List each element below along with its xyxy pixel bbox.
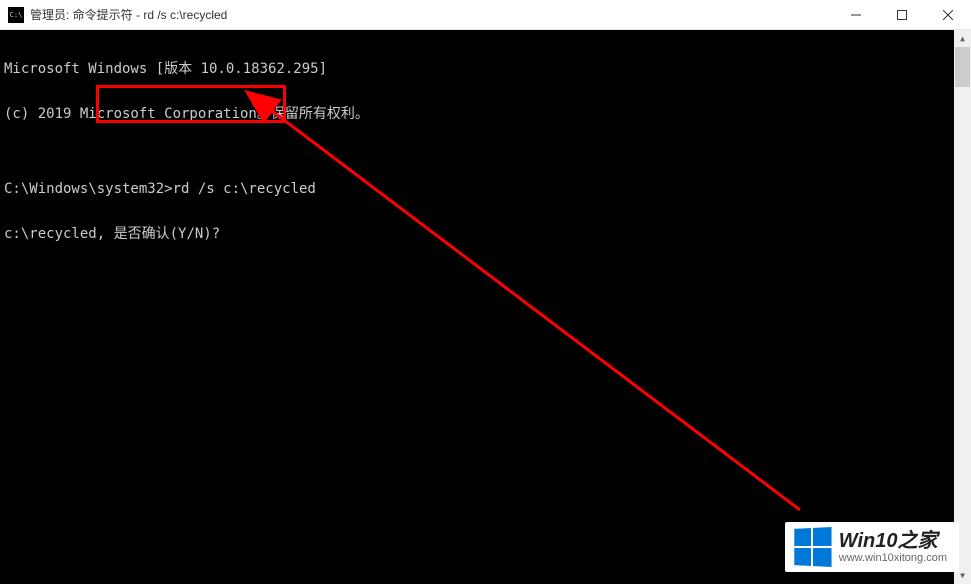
window-controls xyxy=(833,0,971,29)
watermark-title: Win10之家 xyxy=(839,530,947,552)
window-frame: 管理员: 命令提示符 - rd /s c:\recycled Microsoft… xyxy=(0,0,971,584)
terminal-output[interactable]: Microsoft Windows [版本 10.0.18362.295] (c… xyxy=(0,30,954,584)
scroll-thumb[interactable] xyxy=(955,47,970,87)
prompt-line: c:\recycled, 是否确认(Y/N)? xyxy=(4,227,950,242)
scroll-track[interactable] xyxy=(954,47,971,567)
terminal-area: Microsoft Windows [版本 10.0.18362.295] (c… xyxy=(0,30,971,584)
output-line: (c) 2019 Microsoft Corporation。保留所有权利。 xyxy=(4,107,950,122)
titlebar[interactable]: 管理员: 命令提示符 - rd /s c:\recycled xyxy=(0,0,971,30)
watermark-url: www.win10xitong.com xyxy=(839,552,947,564)
close-button[interactable] xyxy=(925,0,971,29)
prompt-prefix: c:\recycled, xyxy=(4,226,105,242)
command-line: C:\Windows\system32>rd /s c:\recycled xyxy=(4,182,950,197)
maximize-button[interactable] xyxy=(879,0,925,29)
windows-logo-icon xyxy=(794,527,831,567)
window-title: 管理员: 命令提示符 - rd /s c:\recycled xyxy=(30,6,833,23)
confirm-prompt: 是否确认(Y/N)? xyxy=(105,226,228,242)
minimize-button[interactable] xyxy=(833,0,879,29)
vertical-scrollbar[interactable]: ▲ ▼ xyxy=(954,30,971,584)
scroll-up-button[interactable]: ▲ xyxy=(954,30,971,47)
watermark-text: Win10之家 www.win10xitong.com xyxy=(839,530,947,564)
output-line: Microsoft Windows [版本 10.0.18362.295] xyxy=(4,62,950,77)
watermark: Win10之家 www.win10xitong.com xyxy=(785,522,959,572)
cmd-icon xyxy=(8,7,24,23)
